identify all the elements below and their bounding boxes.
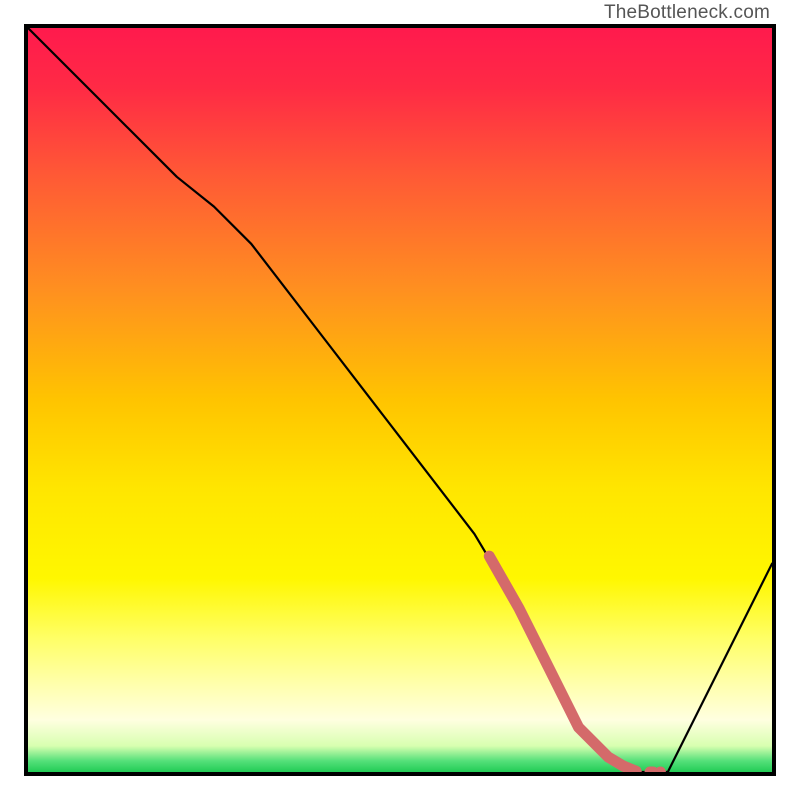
watermark-text: TheBottleneck.com: [604, 2, 770, 24]
bottleneck-curve: [28, 28, 772, 772]
chart-frame: [24, 24, 776, 776]
